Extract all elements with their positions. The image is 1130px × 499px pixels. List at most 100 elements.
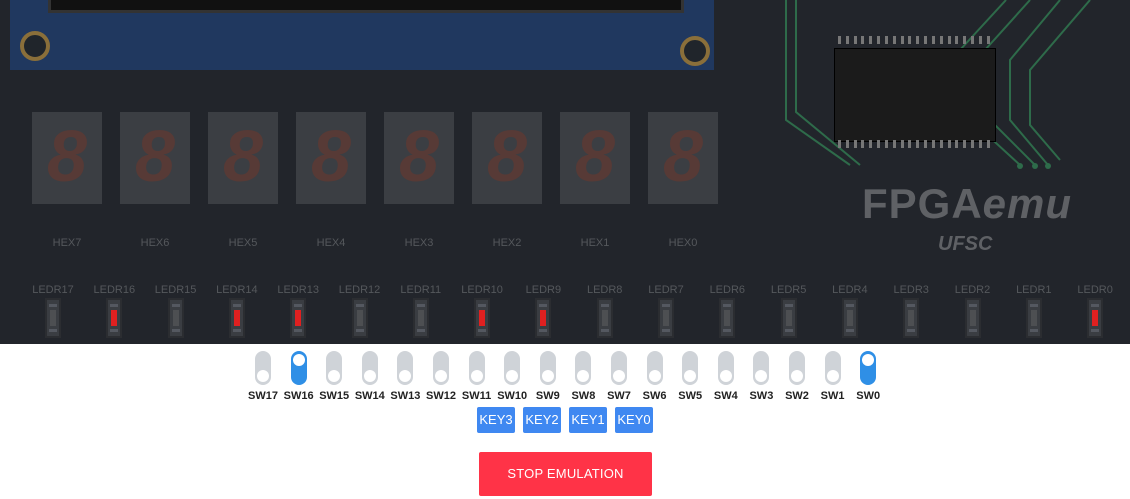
switch-knob: [470, 370, 483, 382]
switch-sw14[interactable]: [361, 351, 378, 385]
seven-segment-digit: 8: [47, 117, 88, 197]
fpga-chip: [834, 48, 996, 142]
led-label: LEDR14: [216, 284, 258, 296]
led-ledr10: [474, 298, 491, 338]
switch-knob: [613, 370, 625, 382]
led-ledr6: [719, 298, 736, 338]
fpga-board: FPGAemu UFSC 8 HEX7 8 HEX6 8 HEX5 8 HEX4 8 HEX3 8 H…: [0, 0, 1130, 344]
switch-sw8[interactable]: [575, 351, 592, 385]
hex-display-hex5: 8: [208, 112, 278, 204]
switch-sw17[interactable]: [255, 351, 271, 385]
key-button-key2[interactable]: KEY2: [523, 407, 561, 433]
switch-label: SW5: [678, 390, 703, 402]
led-label: LEDR5: [770, 284, 807, 296]
switch-knob: [328, 370, 341, 382]
switch-knob: [292, 354, 305, 366]
led-label: LEDR16: [93, 284, 136, 296]
hex-label: HEX2: [492, 237, 522, 249]
led-ledr14: [228, 298, 245, 338]
switch-knob: [506, 370, 519, 382]
switch-label: SW15: [319, 390, 350, 402]
hex-display-hex3: 8: [384, 112, 454, 204]
led-label: LEDR12: [338, 284, 381, 296]
led-ledr0: [1087, 298, 1104, 338]
switch-knob: [755, 370, 768, 382]
seven-segment-digit: 8: [663, 117, 704, 197]
switch-sw9[interactable]: [539, 351, 556, 385]
hex-display-hex4: 8: [296, 112, 366, 204]
led-label: LEDR17: [32, 284, 74, 296]
switch-sw4[interactable]: [717, 351, 734, 385]
switch-knob: [791, 370, 803, 382]
led-ledr4: [841, 298, 858, 338]
led-label: LEDR8: [586, 284, 623, 296]
switch-label: SW2: [785, 390, 809, 402]
hex-display-hex6: 8: [120, 112, 190, 204]
switch-sw2[interactable]: [789, 351, 805, 385]
switch-knob: [648, 370, 661, 382]
switch-sw1[interactable]: [824, 351, 841, 385]
key-button-key0[interactable]: KEY0: [615, 407, 653, 433]
switch-label: SW9: [535, 390, 560, 402]
switch-label: SW16: [283, 390, 314, 402]
switch-sw0[interactable]: [860, 351, 877, 385]
switch-sw12[interactable]: [433, 351, 449, 385]
switch-label: SW14: [354, 390, 385, 402]
hex-display-hex0: 8: [648, 112, 718, 204]
switch-label: SW6: [642, 390, 667, 402]
led-label: LEDR3: [893, 284, 929, 296]
led-ledr1: [1025, 298, 1042, 338]
led-ledr5: [780, 298, 797, 338]
switch-sw5[interactable]: [682, 351, 699, 385]
led-label: LEDR2: [954, 284, 991, 296]
hex-label: HEX1: [580, 237, 610, 249]
switch-knob: [684, 370, 697, 382]
hex-label: HEX6: [140, 237, 170, 249]
switch-knob: [399, 370, 412, 382]
led-label: LEDR1: [1016, 284, 1052, 296]
seven-segment-digit: 8: [223, 117, 264, 197]
switch-sw11[interactable]: [468, 351, 485, 385]
led-ledr8: [596, 298, 613, 338]
led-ledr12: [351, 298, 368, 338]
hex-label: HEX5: [228, 237, 258, 249]
switch-sw15[interactable]: [326, 351, 343, 385]
hex-label: HEX0: [668, 237, 698, 249]
led-ledr3: [903, 298, 920, 338]
switch-sw3[interactable]: [753, 351, 770, 385]
switch-label: SW17: [248, 390, 278, 402]
switch-label: SW11: [461, 390, 492, 402]
switch-label: SW12: [426, 390, 456, 402]
led-ledr7: [658, 298, 674, 338]
seven-segment-digit: 8: [487, 117, 528, 197]
switch-sw16[interactable]: [290, 351, 307, 385]
switch-label: SW3: [749, 390, 774, 402]
switch-knob: [719, 370, 732, 382]
switch-sw7[interactable]: [611, 351, 627, 385]
switch-label: SW7: [607, 390, 631, 402]
stop-emulation-button[interactable]: STOP EMULATION: [479, 452, 652, 496]
seven-segment-digit: 8: [135, 117, 176, 197]
chip-pins-top: [838, 36, 990, 44]
led-label: LEDR6: [709, 284, 746, 296]
led-ledr17: [45, 298, 61, 338]
switch-label: SW13: [390, 390, 421, 402]
switch-sw13[interactable]: [397, 351, 414, 385]
led-label: LEDR9: [525, 284, 562, 296]
hex-display-hex1: 8: [560, 112, 630, 204]
switch-knob: [363, 370, 376, 382]
switch-knob: [435, 370, 447, 382]
key-button-key1[interactable]: KEY1: [569, 407, 607, 433]
led-label: LEDR0: [1077, 284, 1113, 296]
seven-segment-digit: 8: [399, 117, 440, 197]
switch-label: SW1: [820, 390, 845, 402]
led-ledr2: [964, 298, 981, 338]
led-label: LEDR7: [648, 284, 684, 296]
switch-knob: [541, 370, 554, 382]
led-ledr15: [167, 298, 184, 338]
switch-sw10[interactable]: [504, 351, 521, 385]
led-label: LEDR11: [400, 284, 442, 296]
led-ledr13: [290, 298, 307, 338]
switch-sw6[interactable]: [646, 351, 663, 385]
key-button-key3[interactable]: KEY3: [477, 407, 515, 433]
